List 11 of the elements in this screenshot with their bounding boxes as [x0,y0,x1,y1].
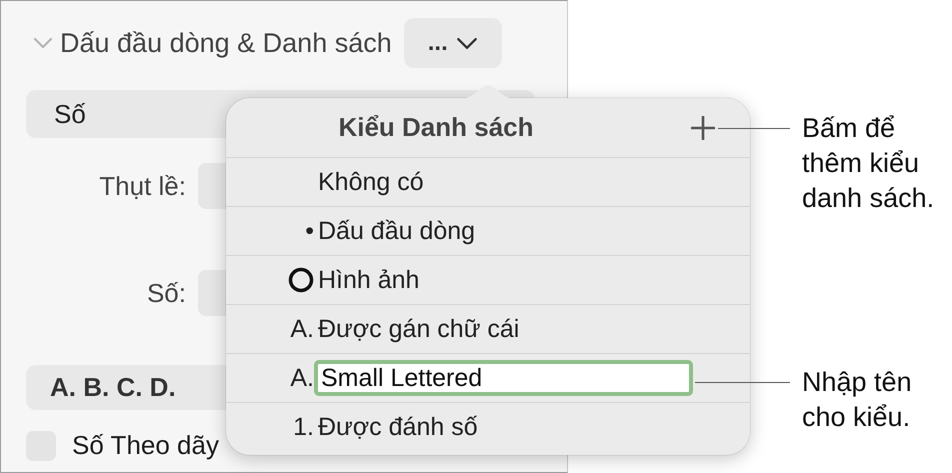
callout-text: Bấm để thêm kiểu danh sách. [802,112,936,215]
list-marker: A. [290,364,314,392]
list-marker: 1. [293,412,314,442]
callout-text: Nhập tên cho kiểu. [802,366,913,434]
list-marker: A. [290,314,314,344]
checkbox-label: Số Theo dãy [72,430,219,461]
popover-title: Kiểu Danh sách [338,112,534,143]
list-marker: • [305,216,314,246]
field-label: Số: [146,278,186,308]
field-label: Thụt lề: [98,170,186,202]
section-title: Dấu đầu dòng & Danh sách [60,28,392,58]
